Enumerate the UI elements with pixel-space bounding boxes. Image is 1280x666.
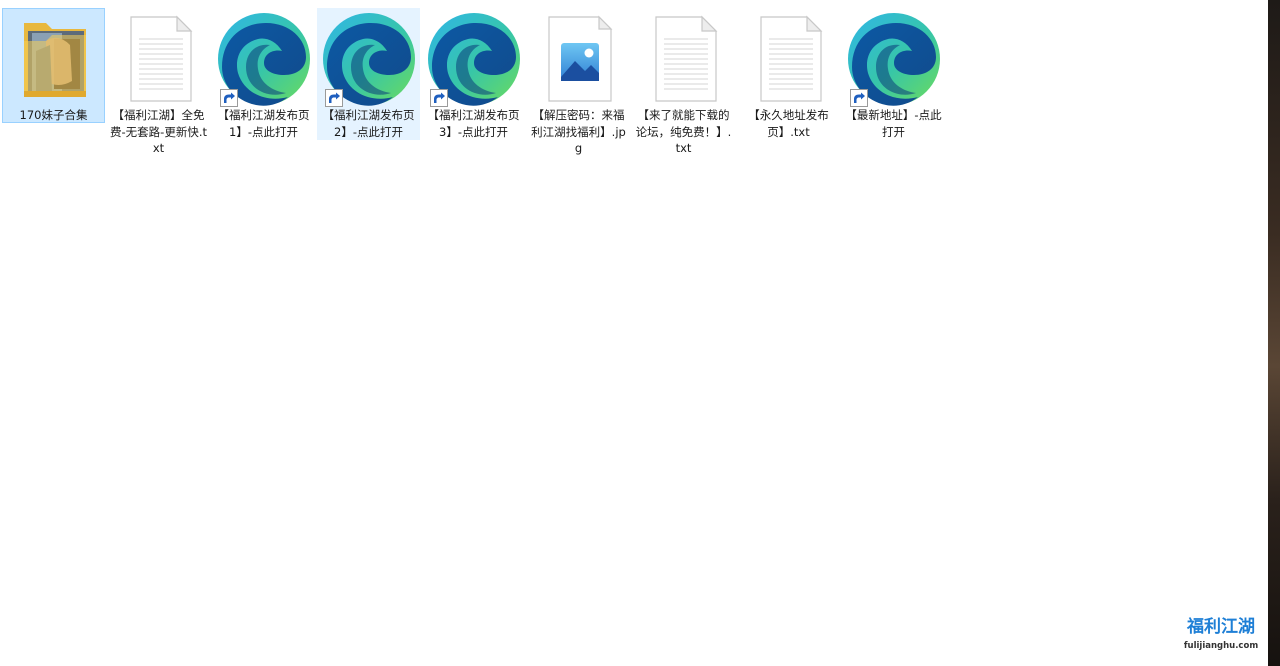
file-name-label: 【永久地址发布页】.txt [748,108,829,139]
explorer-content-pane: 170妹子合集 【福利江湖】全免费-无套路-更新快.txt 【福利江湖发布页1】… [0,0,1268,666]
text-file-icon [741,11,837,107]
shortcut-arrow-icon [429,89,448,107]
file-item[interactable]: 【福利江湖发布页1】-点此打开 [212,8,315,158]
folder-icon [6,11,102,107]
file-name-label: 【福利江湖发布页3】-点此打开 [427,108,520,139]
file-name-label: 【福利江湖】全免费-无套路-更新快.txt [110,108,207,155]
desktop-wallpaper-strip [1268,0,1280,666]
shortcut-arrow-icon [219,89,238,107]
file-name-label: 170妹子合集 [19,108,88,122]
edge-shortcut-icon [321,11,417,107]
file-grid: 170妹子合集 【福利江湖】全免费-无套路-更新快.txt 【福利江湖发布页1】… [2,8,947,168]
file-name-label: 【最新地址】-点此打开 [845,108,942,139]
image-file-icon [531,11,627,107]
file-name-label: 【福利江湖发布页2】-点此打开 [322,108,415,139]
edge-shortcut-icon [846,11,942,107]
edge-shortcut-icon [216,11,312,107]
file-item[interactable]: 【福利江湖发布页3】-点此打开 [422,8,525,158]
shortcut-arrow-icon [324,89,343,107]
file-item[interactable]: 【福利江湖发布页2】-点此打开 [317,8,420,140]
watermark: 福利江湖 fulijianghu.com [1176,616,1266,658]
text-file-icon [636,11,732,107]
file-item[interactable]: 【永久地址发布页】.txt [737,8,840,158]
edge-shortcut-icon [426,11,522,107]
watermark-title: 福利江湖 [1187,617,1255,637]
file-name-label: 【来了就能下载的论坛，纯免费！】.txt [635,108,732,155]
shortcut-arrow-icon [849,89,868,107]
text-file-icon [111,11,207,107]
file-item[interactable]: 【来了就能下载的论坛，纯免费！】.txt [632,8,735,158]
file-item[interactable]: 【最新地址】-点此打开 [842,8,945,158]
file-name-label: 【福利江湖发布页1】-点此打开 [217,108,310,139]
file-item[interactable]: 【福利江湖】全免费-无套路-更新快.txt [107,8,210,158]
file-item[interactable]: 170妹子合集 [2,8,105,123]
watermark-url: fulijianghu.com [1183,641,1259,651]
file-name-label: 【解压密码：来福利江湖找福利】.jpg [531,108,626,155]
file-item[interactable]: 【解压密码：来福利江湖找福利】.jpg [527,8,630,158]
